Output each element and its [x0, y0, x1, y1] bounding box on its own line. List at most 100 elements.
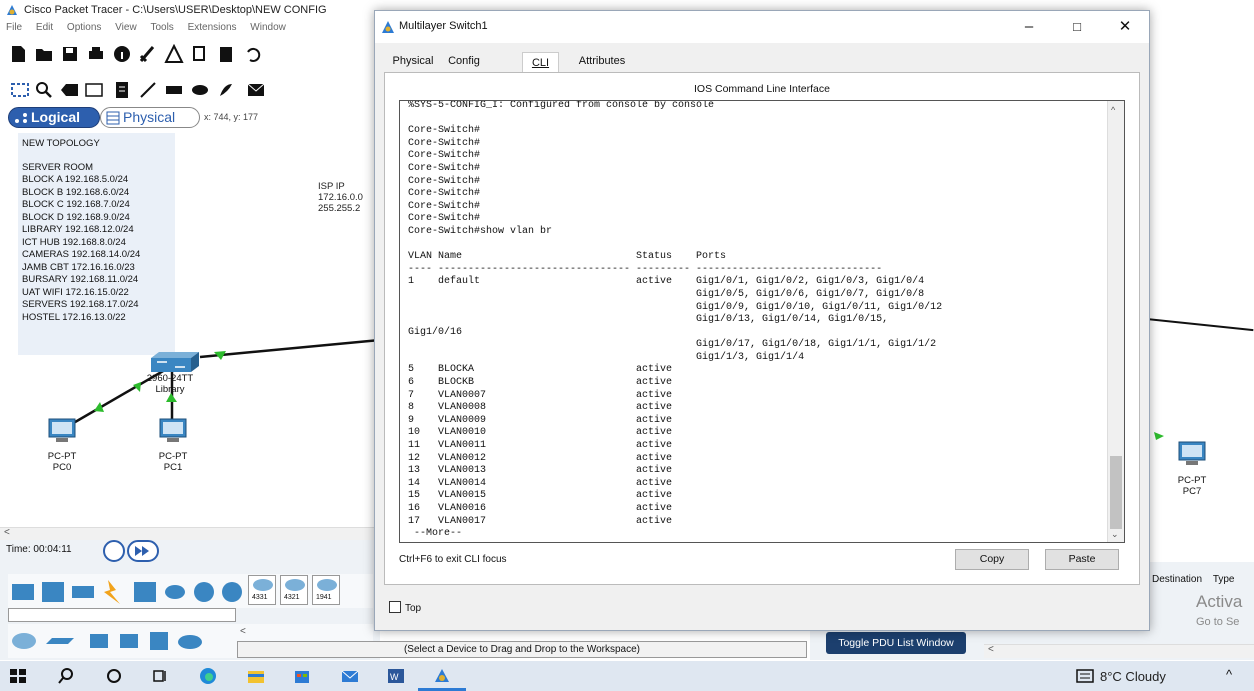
- maximize-button[interactable]: □: [1055, 15, 1099, 39]
- note-title: NEW TOPOLOGY: [22, 138, 100, 149]
- end-devices-icon[interactable]: [42, 582, 64, 602]
- network-devices-icon[interactable]: [12, 584, 34, 600]
- note-line: SERVERS 192.168.17.0/24: [22, 299, 139, 310]
- router-4331[interactable]: 4331: [248, 575, 276, 605]
- top-checkbox-box[interactable]: [389, 601, 401, 613]
- multiuser-icon[interactable]: [165, 585, 185, 599]
- select-icon[interactable]: [10, 80, 30, 100]
- weather-text[interactable]: 8°C Cloudy: [1100, 669, 1166, 684]
- tab-config[interactable]: Config: [441, 51, 487, 73]
- tab-cli[interactable]: CLI: [522, 52, 559, 74]
- menu-extensions[interactable]: Extensions: [188, 22, 237, 33]
- tab-logical[interactable]: Logical: [8, 107, 100, 128]
- rectangle-icon[interactable]: [164, 80, 184, 100]
- router-category-icon[interactable]: [222, 582, 242, 602]
- ellipse-icon[interactable]: [190, 80, 210, 100]
- workspace-horizontal-scrollbar[interactable]: <: [0, 527, 380, 540]
- pc-icon[interactable]: [1176, 441, 1208, 467]
- tab-attributes[interactable]: Attributes: [573, 51, 631, 73]
- scroll-left-icon[interactable]: <: [240, 626, 246, 637]
- task-view-icon[interactable]: [150, 667, 170, 685]
- packet-tracer-taskbar-icon[interactable]: [432, 667, 452, 685]
- misc-icon[interactable]: [134, 582, 156, 602]
- tray-overflow-icon[interactable]: ^: [1226, 667, 1232, 682]
- topology-note[interactable]: NEW TOPOLOGY SERVER ROOM BLOCK A 192.168…: [18, 133, 175, 355]
- draw-line-icon[interactable]: [138, 80, 158, 100]
- cli-scroll-thumb[interactable]: [1110, 456, 1122, 529]
- scroll-down-icon[interactable]: ⌄: [1111, 529, 1119, 540]
- scroll-left-icon[interactable]: <: [4, 527, 10, 538]
- tab-physical-device[interactable]: Physical: [389, 51, 437, 73]
- network-wizard-icon[interactable]: [138, 44, 158, 64]
- activity-wizard-icon[interactable]: [164, 44, 184, 64]
- security-icon[interactable]: [150, 632, 168, 650]
- cli-output[interactable]: %SYS-5-CONFIG_I: Configured from console…: [408, 101, 1108, 541]
- hubs-icon[interactable]: [90, 634, 108, 648]
- note-icon[interactable]: [112, 80, 132, 100]
- connections-icon[interactable]: [104, 580, 120, 604]
- minimize-button[interactable]: –: [1007, 15, 1051, 39]
- scroll-up-icon[interactable]: ^: [1111, 105, 1115, 115]
- router-1941[interactable]: 1941: [312, 575, 340, 605]
- cli-console[interactable]: %SYS-5-CONFIG_I: Configured from console…: [399, 100, 1125, 543]
- cli-line: Core-Switch#: [408, 150, 481, 162]
- scroll-left-icon[interactable]: <: [988, 644, 994, 655]
- cli-line: 1 default active Gig1/0/1, Gig1/0/2, Gig…: [408, 276, 925, 288]
- pc-icon[interactable]: [157, 418, 189, 444]
- close-button[interactable]: ✕: [1103, 15, 1147, 39]
- router-category-icon[interactable]: [194, 582, 214, 602]
- store-icon[interactable]: [292, 667, 312, 685]
- add-pdu-icon[interactable]: [246, 80, 266, 100]
- device-search-field[interactable]: [8, 608, 236, 622]
- edge-browser-icon[interactable]: [198, 667, 218, 685]
- menu-view[interactable]: View: [115, 22, 137, 33]
- paste-button[interactable]: Paste: [1045, 549, 1119, 570]
- note-line: BLOCK D 192.168.9.0/24: [22, 211, 130, 223]
- toggle-pdu-list-button[interactable]: Toggle PDU List Window: [826, 632, 966, 654]
- wan-emulation-icon[interactable]: [178, 635, 202, 649]
- mail-icon[interactable]: [340, 667, 360, 685]
- pdu-table-header: Destination Type: [1152, 574, 1235, 585]
- resize-icon[interactable]: [84, 80, 104, 100]
- router-4321[interactable]: 4321: [280, 575, 308, 605]
- menu-options[interactable]: Options: [67, 22, 101, 33]
- delete-icon[interactable]: [60, 80, 80, 100]
- menu-file[interactable]: File: [6, 22, 22, 33]
- paste-icon[interactable]: [216, 44, 236, 64]
- menu-window[interactable]: Window: [250, 22, 286, 33]
- file-explorer-icon[interactable]: [246, 667, 266, 685]
- search-icon[interactable]: [56, 667, 76, 685]
- wireless-icon[interactable]: [120, 634, 138, 648]
- copy-icon[interactable]: [190, 44, 210, 64]
- top-checkbox[interactable]: Top: [389, 601, 421, 614]
- word-icon[interactable]: W: [386, 667, 406, 685]
- cli-vertical-scrollbar[interactable]: ^ ⌄: [1107, 101, 1124, 542]
- power-cycle-icon[interactable]: [103, 540, 125, 562]
- undo-icon[interactable]: [242, 44, 262, 64]
- new-file-icon[interactable]: [8, 44, 28, 64]
- copy-button[interactable]: Copy: [955, 549, 1029, 570]
- menu-tools[interactable]: Tools: [150, 22, 173, 33]
- inspect-icon[interactable]: [34, 80, 54, 100]
- pdu-horizontal-scrollbar[interactable]: <: [984, 644, 1254, 658]
- dialog-title-bar[interactable]: Multilayer Switch1 – □ ✕: [375, 11, 1149, 43]
- switches-icon[interactable]: [46, 638, 74, 644]
- freeform-icon[interactable]: [216, 80, 236, 100]
- router-icon: [317, 579, 337, 591]
- open-folder-icon[interactable]: [34, 44, 54, 64]
- save-icon[interactable]: [60, 44, 80, 64]
- info-icon[interactable]: [112, 44, 132, 64]
- tab-physical[interactable]: Physical: [100, 107, 200, 128]
- note-line: CAMERAS 192.168.14.0/24: [22, 249, 141, 260]
- menu-edit[interactable]: Edit: [36, 22, 53, 33]
- pc-icon[interactable]: [46, 418, 78, 444]
- cortana-icon[interactable]: [104, 667, 124, 685]
- cli-line: Core-Switch#: [408, 200, 481, 212]
- router-model: 1941: [316, 594, 332, 601]
- weather-icon[interactable]: [1076, 669, 1094, 683]
- routers-icon[interactable]: [12, 633, 36, 649]
- windows-start-icon[interactable]: [8, 667, 28, 685]
- isp-note[interactable]: ISP IP 172.16.0.0 255.255.2: [318, 181, 363, 214]
- print-icon[interactable]: [86, 44, 106, 64]
- components-icon[interactable]: [72, 586, 94, 598]
